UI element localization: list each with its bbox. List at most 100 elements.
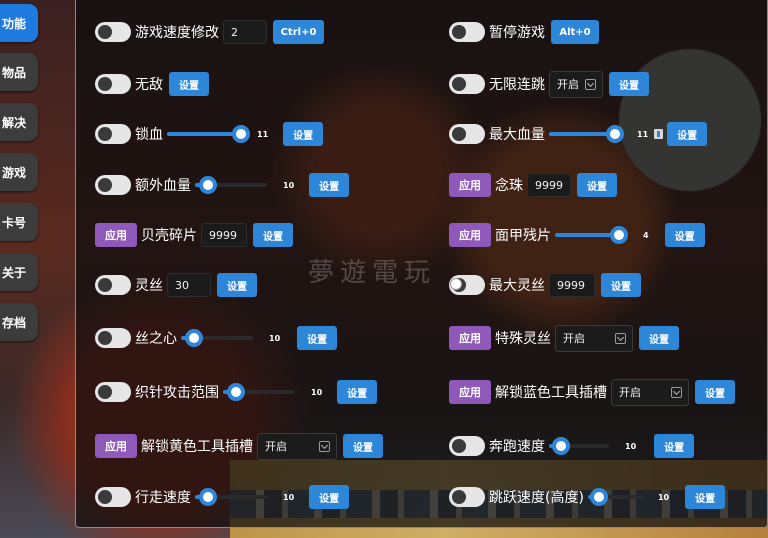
lock-health-toggle[interactable] <box>95 124 131 144</box>
set-button[interactable]: 设置 <box>667 122 708 146</box>
sidebar-item-about[interactable]: 关于 <box>0 253 38 291</box>
hotkey-button[interactable]: Alt+0 <box>551 20 599 44</box>
row-walk-speed: 行走速度 10 设置 <box>95 482 350 512</box>
mask-shards-slider[interactable] <box>555 225 628 245</box>
silk-input[interactable]: 30 <box>167 273 211 297</box>
apply-button[interactable]: 应用 <box>95 434 137 458</box>
run-speed-slider[interactable] <box>549 436 609 456</box>
set-button[interactable]: 设置 <box>577 173 617 197</box>
set-button[interactable]: 设置 <box>217 273 257 297</box>
slider-thumb[interactable] <box>198 176 217 194</box>
row-label: 锁血 <box>135 127 163 143</box>
set-button[interactable]: 设置 <box>253 223 293 247</box>
row-label: 无限连跳 <box>489 77 545 93</box>
shell-shards-input[interactable]: 9999 <box>201 223 247 247</box>
extra-health-toggle[interactable] <box>95 175 131 195</box>
sidebar-item-solve[interactable]: 解决 <box>0 103 38 141</box>
row-label: 无敌 <box>135 77 163 93</box>
walk-speed-toggle[interactable] <box>95 487 131 507</box>
mouse-cursor <box>450 278 462 290</box>
set-button[interactable]: 设置 <box>685 485 726 509</box>
apply-button[interactable]: 应用 <box>449 223 491 247</box>
slider-value: 10 <box>283 180 295 190</box>
slider-thumb[interactable] <box>226 383 245 401</box>
row-pause-game: 暂停游戏 Alt+0 <box>449 17 599 47</box>
max-health-slider[interactable] <box>549 124 624 144</box>
sidebar: 功能 物品 解决 游戏 卡号 关于 存档 <box>0 0 40 538</box>
chevron-down-icon <box>585 78 596 90</box>
apply-button[interactable]: 应用 <box>449 380 491 404</box>
max-health-toggle[interactable] <box>449 124 485 144</box>
row-rosary: 应用 念珠 9999 设置 <box>449 170 617 200</box>
sidebar-item-features[interactable]: 功能 <box>0 4 38 42</box>
set-button[interactable]: 设置 <box>695 380 735 404</box>
set-button[interactable]: 设置 <box>343 434 383 458</box>
lock-health-slider[interactable] <box>167 124 250 144</box>
needle-range-toggle[interactable] <box>95 382 131 402</box>
set-button[interactable]: 设置 <box>654 434 695 458</box>
set-button[interactable]: 设置 <box>283 122 324 146</box>
set-button[interactable]: 设置 <box>601 273 641 297</box>
slider-value: 11 <box>257 129 269 139</box>
blue-tool-slot-select[interactable]: 开启 <box>611 378 689 406</box>
invincible-toggle[interactable] <box>95 74 131 94</box>
sidebar-item-game[interactable]: 游戏 <box>0 153 38 191</box>
set-button[interactable]: 设置 <box>609 72 649 96</box>
sidebar-item-save[interactable]: 存档 <box>0 303 38 341</box>
chevron-down-icon <box>671 386 682 398</box>
row-label: 贝壳碎片 <box>141 228 197 244</box>
set-button[interactable]: 设置 <box>309 485 350 509</box>
apply-button[interactable]: 应用 <box>449 326 491 350</box>
row-game-speed: 游戏速度修改 2 Ctrl+0 <box>95 17 324 47</box>
silk-heart-toggle[interactable] <box>95 328 131 348</box>
slider-thumb[interactable] <box>610 226 628 244</box>
slider-thumb[interactable] <box>232 125 250 143</box>
infinite-jump-select[interactable]: 开启 <box>549 70 603 98</box>
yellow-tool-slot-select[interactable]: 开启 <box>257 432 337 460</box>
jump-speed-slider[interactable] <box>587 487 644 507</box>
row-lock-health: 锁血 11 设置 <box>95 119 324 149</box>
row-label: 念珠 <box>495 178 523 194</box>
sidebar-item-card[interactable]: 卡号 <box>0 203 38 241</box>
row-needle-range: 织针攻击范围 10 设置 <box>95 377 378 407</box>
pause-game-toggle[interactable] <box>449 22 485 42</box>
game-speed-input[interactable]: 2 <box>223 20 267 44</box>
slider-value: 10 <box>283 492 295 502</box>
row-shell-shards: 应用 贝壳碎片 9999 设置 <box>95 220 293 250</box>
special-silk-select[interactable]: 开启 <box>555 324 633 352</box>
slider-value: 11 <box>637 129 649 139</box>
silk-toggle[interactable] <box>95 275 131 295</box>
set-button[interactable]: 设置 <box>309 173 350 197</box>
row-label: 最大血量 <box>489 127 545 143</box>
slider-thumb[interactable] <box>198 488 217 506</box>
slider-thumb[interactable] <box>606 125 624 143</box>
row-infinite-jump: 无限连跳 开启 设置 <box>449 69 649 99</box>
row-label: 灵丝 <box>135 278 163 294</box>
apply-button[interactable]: 应用 <box>449 173 491 197</box>
sidebar-item-items[interactable]: 物品 <box>0 53 38 91</box>
slider-thumb[interactable] <box>552 437 570 455</box>
row-max-silk: 最大灵丝 9999 设置 <box>449 270 641 300</box>
apply-button[interactable]: 应用 <box>95 223 137 247</box>
run-speed-toggle[interactable] <box>449 436 485 456</box>
slider-thumb[interactable] <box>590 488 609 506</box>
slider-thumb[interactable] <box>184 329 203 347</box>
set-button[interactable]: 设置 <box>297 326 338 350</box>
walk-speed-slider[interactable] <box>195 487 267 507</box>
jump-speed-toggle[interactable] <box>449 487 485 507</box>
extra-health-slider[interactable] <box>195 175 267 195</box>
row-invincible: 无敌 设置 <box>95 69 209 99</box>
set-button[interactable]: 设置 <box>337 380 378 404</box>
set-button[interactable]: 设置 <box>664 223 705 247</box>
game-speed-toggle[interactable] <box>95 22 131 42</box>
infinite-jump-toggle[interactable] <box>449 74 485 94</box>
max-silk-input[interactable]: 9999 <box>549 273 595 297</box>
row-label: 额外血量 <box>135 178 191 194</box>
set-button[interactable]: 设置 <box>639 326 679 350</box>
set-button[interactable]: 设置 <box>169 72 209 96</box>
needle-range-slider[interactable] <box>223 382 295 402</box>
silk-heart-slider[interactable] <box>181 328 253 348</box>
rosary-input[interactable]: 9999 <box>527 173 571 197</box>
row-label: 解锁黄色工具插槽 <box>141 439 253 455</box>
hotkey-button[interactable]: Ctrl+0 <box>273 20 324 44</box>
